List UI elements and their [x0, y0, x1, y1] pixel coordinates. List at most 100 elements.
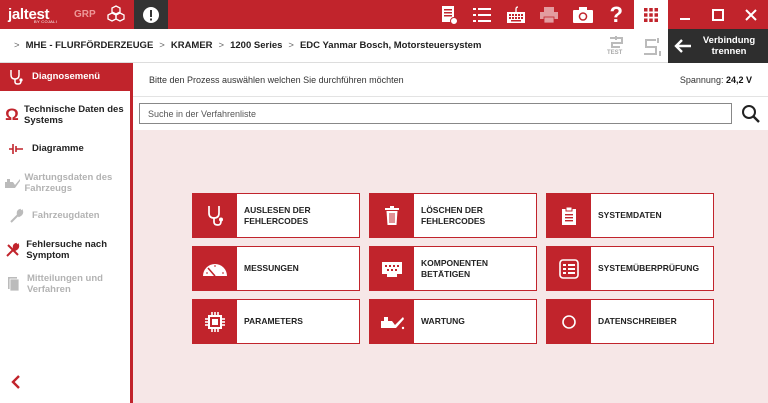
tile-label: AUSLESEN DER FEHLERCODES: [244, 204, 311, 226]
gauge-icon: [193, 247, 237, 290]
voltage-value: 24,2 V: [725, 75, 752, 85]
disconnect-button[interactable]: Verbindung trennen: [668, 29, 768, 63]
chip-icon: [193, 300, 237, 343]
sidebar-item-fehlersuche[interactable]: Fehlersuche nach Symptom: [0, 235, 130, 265]
tile-parameters[interactable]: PARAMETERS: [192, 299, 360, 344]
sidebar-item-technische-daten[interactable]: Ω Technische Daten des Systems: [0, 100, 130, 130]
connector-icon: [370, 247, 414, 290]
document-icon: [441, 5, 458, 25]
help-icon: ?: [609, 1, 623, 27]
camera-icon: [572, 6, 593, 23]
grid-icon: [644, 7, 658, 22]
help-button[interactable]: ?: [600, 0, 634, 29]
alert-button[interactable]: [134, 0, 168, 29]
sync-button[interactable]: [640, 37, 662, 57]
sidebar-item-diagramme[interactable]: Diagramme: [0, 139, 130, 159]
tile-label: WARTUNG: [421, 316, 465, 326]
printer-button[interactable]: [533, 0, 567, 29]
tile-wartung[interactable]: WARTUNG: [369, 299, 537, 344]
tile-label: MESSUNGEN: [244, 263, 299, 273]
sidebar-item-fahrzeugdaten[interactable]: Fahrzeugdaten: [0, 206, 130, 226]
search-row: [133, 97, 768, 130]
documents-icon: [0, 276, 27, 292]
sidebar-item-label: Technische Daten des Systems: [24, 103, 124, 127]
voltage-label: Spannung:: [679, 75, 724, 85]
minimize-button[interactable]: [668, 0, 701, 29]
main-header: Bitte den Prozess auswählen welchen Sie …: [133, 63, 768, 97]
sync-icon: [644, 38, 661, 56]
test-button[interactable]: TEST: [604, 35, 628, 59]
stethoscope-icon: [0, 69, 32, 85]
printer-icon: [540, 6, 559, 23]
maximize-button[interactable]: [701, 0, 734, 29]
wrench-icon: [0, 208, 32, 224]
record-icon: [547, 300, 591, 343]
oilcan-icon: [0, 176, 24, 190]
camera-button[interactable]: [566, 0, 600, 29]
tile-systemdaten[interactable]: SYSTEMDATEN: [546, 193, 714, 238]
sidebar-item-label: Diagramme: [32, 143, 84, 155]
sidebar-item-label: Wartungsdaten des Fahrzeugs: [24, 171, 113, 195]
close-icon: [744, 8, 757, 21]
sidebar-item-label: Fehlersuche nach Symptom: [26, 238, 107, 262]
chevron-left-icon[interactable]: [8, 374, 24, 390]
app-logo: jaltest BY COJALI GRP: [0, 0, 132, 29]
breadcrumb: > MHE - FLURFÖRDERZEUGE > KRAMER > 1200 …: [8, 40, 481, 51]
tools-icon: [0, 242, 26, 258]
search-button[interactable]: [739, 102, 763, 126]
grp-label: GRP: [74, 9, 96, 20]
minimize-icon: [679, 17, 690, 20]
keyboard-button[interactable]: [499, 0, 533, 29]
trash-icon: [370, 194, 414, 237]
maximize-icon: [711, 8, 724, 21]
logo-subtitle: BY COJALI: [34, 19, 58, 24]
search-input[interactable]: [139, 103, 732, 124]
circuit-icon: [0, 141, 32, 157]
tile-systemueberpruefung[interactable]: SYSTEMÜBERPRÜFUNG: [546, 246, 714, 291]
tile-datenschreiber[interactable]: DATENSCHREIBER: [546, 299, 714, 344]
sidebar-item-wartungsdaten[interactable]: Wartungsdaten des Fahrzeugs: [0, 168, 130, 198]
breadcrumb-separator: >: [288, 40, 294, 51]
breadcrumb-separator: >: [159, 40, 165, 51]
tile-label: KOMPONENTEN BETÄTIGEN: [421, 257, 489, 279]
sidebar-item-label: Mitteilungen und Verfahren: [26, 272, 103, 296]
checklist-icon: [547, 247, 591, 290]
instruction-text: Bitte den Prozess auswählen welchen Sie …: [149, 75, 404, 85]
process-tiles-area: AUSLESEN DER FEHLERCODES LÖSCHEN DER FEH…: [133, 130, 768, 403]
alert-icon: [143, 6, 159, 23]
search-icon: [742, 105, 760, 123]
tile-label: PARAMETERS: [244, 316, 303, 326]
top-bar: jaltest BY COJALI GRP ?: [0, 0, 768, 29]
tile-label: DATENSCHREIBER: [598, 316, 677, 326]
breadcrumb-item[interactable]: EDC Yanmar Bosch, Motorsteuersystem: [300, 40, 481, 51]
sidebar: Diagnosemenü Ω Technische Daten des Syst…: [0, 63, 130, 403]
cube-icon[interactable]: [106, 4, 126, 24]
stethoscope-icon: [193, 194, 237, 237]
clipboard-icon: [547, 194, 591, 237]
apps-grid-button[interactable]: [634, 0, 668, 29]
tile-label: LÖSCHEN DER FEHLERCODES: [421, 204, 486, 226]
sidebar-item-mitteilungen[interactable]: Mitteilungen und Verfahren: [0, 269, 130, 299]
breadcrumb-item[interactable]: 1200 Series: [230, 40, 282, 51]
sidebar-item-diagnosemenu[interactable]: Diagnosemenü: [0, 63, 130, 91]
keyboard-icon: [506, 5, 525, 23]
voltage-readout: Spannung: 24,2 V: [680, 75, 752, 85]
tile-label: SYSTEMDATEN: [598, 210, 662, 220]
tile-loeschen-fehlercodes[interactable]: LÖSCHEN DER FEHLERCODES: [369, 193, 537, 238]
tile-label: SYSTEMÜBERPRÜFUNG: [598, 263, 700, 273]
document-button[interactable]: [432, 0, 466, 29]
tile-komponenten-betaetigen[interactable]: KOMPONENTEN BETÄTIGEN: [369, 246, 537, 291]
sidebar-item-label: Diagnosemenü: [32, 71, 101, 83]
ohm-icon: Ω: [5, 105, 19, 124]
arrow-left-icon: [668, 38, 698, 54]
breadcrumb-item[interactable]: KRAMER: [171, 40, 213, 51]
close-button[interactable]: [734, 0, 767, 29]
disconnect-label: Verbindung trennen: [702, 35, 756, 57]
top-toolbar: ?: [432, 0, 633, 29]
tile-auslesen-fehlercodes[interactable]: AUSLESEN DER FEHLERCODES: [192, 193, 360, 238]
tile-messungen[interactable]: MESSUNGEN: [192, 246, 360, 291]
sidebar-item-label: Fahrzeugdaten: [32, 210, 100, 222]
breadcrumb-separator: >: [218, 40, 225, 51]
list-button[interactable]: [466, 0, 500, 29]
breadcrumb-item[interactable]: MHE - FLURFÖRDERZEUGE: [26, 40, 154, 51]
